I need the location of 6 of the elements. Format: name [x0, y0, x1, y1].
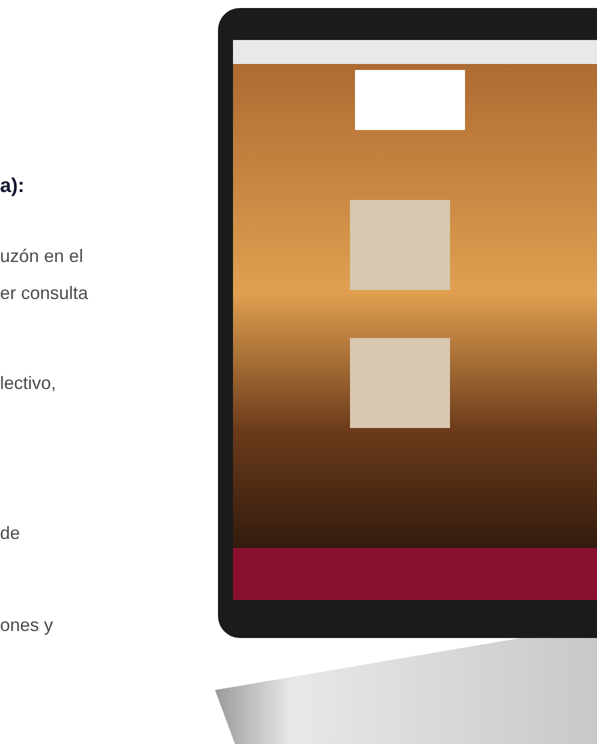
body-text: lectivo, [0, 372, 56, 395]
body-text: ones y [0, 614, 54, 637]
body-text: de [0, 522, 20, 545]
body-text: uzón en el [0, 245, 84, 268]
section-heading: a): [0, 174, 24, 199]
body-text: er consulta [0, 282, 88, 305]
